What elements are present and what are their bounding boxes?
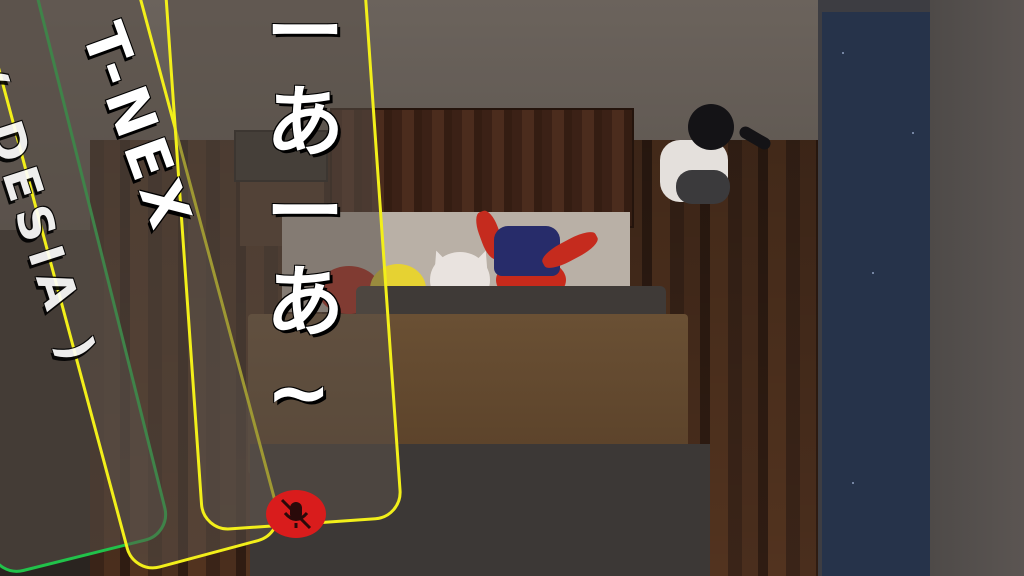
chat-char: ~ <box>266 348 332 438</box>
mic-muted-badge[interactable] <box>266 490 326 538</box>
avatar-maid-skirt <box>676 170 730 204</box>
star <box>912 132 914 134</box>
star <box>842 52 844 54</box>
chat-char: あ <box>266 258 345 348</box>
chat-char: ー <box>266 0 345 78</box>
chat-bubble-text: ー あ ー あ ~ <box>266 0 344 438</box>
chat-char: ー <box>266 168 345 258</box>
star <box>852 482 854 484</box>
avatar-maid[interactable] <box>688 104 734 150</box>
window-pillar <box>930 0 1024 576</box>
vr-scene-viewport[interactable]: ( DESIA ) T-NEX ー あ ー あ ~ <box>0 0 1024 576</box>
microphone-off-icon <box>280 498 312 530</box>
star <box>872 272 874 274</box>
chat-char: あ <box>266 78 345 168</box>
